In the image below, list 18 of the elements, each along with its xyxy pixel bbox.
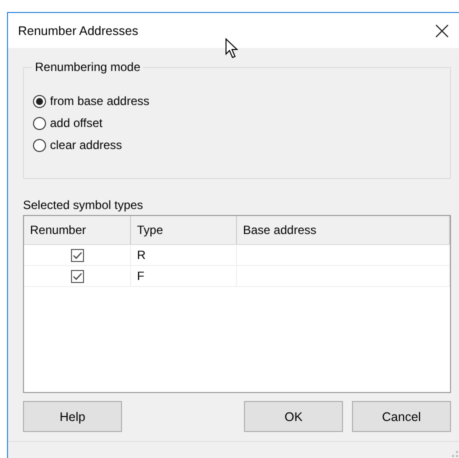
group-title: Renumbering mode [32, 60, 144, 74]
column-header[interactable]: Type [131, 216, 237, 244]
column-header[interactable]: Renumber [24, 216, 131, 244]
dialog-button[interactable]: Help [23, 401, 122, 432]
radio-option[interactable]: from base address [33, 94, 150, 108]
table-cell: F [131, 266, 237, 286]
table-label: Selected symbol types [23, 198, 144, 212]
checkbox[interactable] [70, 270, 84, 282]
radio-option[interactable]: clear address [33, 138, 122, 152]
column-header[interactable]: Base address [237, 216, 450, 244]
table-cell: R [131, 245, 237, 265]
dialog-button[interactable]: Cancel [352, 401, 451, 432]
dialog-button[interactable]: OK [244, 401, 343, 432]
checkbox[interactable] [70, 248, 84, 262]
resize-grip-icon[interactable] [450, 449, 458, 457]
close-icon[interactable] [435, 24, 449, 38]
radio-option[interactable]: add offset [33, 116, 102, 130]
window-title: Renumber Addresses [18, 24, 138, 38]
